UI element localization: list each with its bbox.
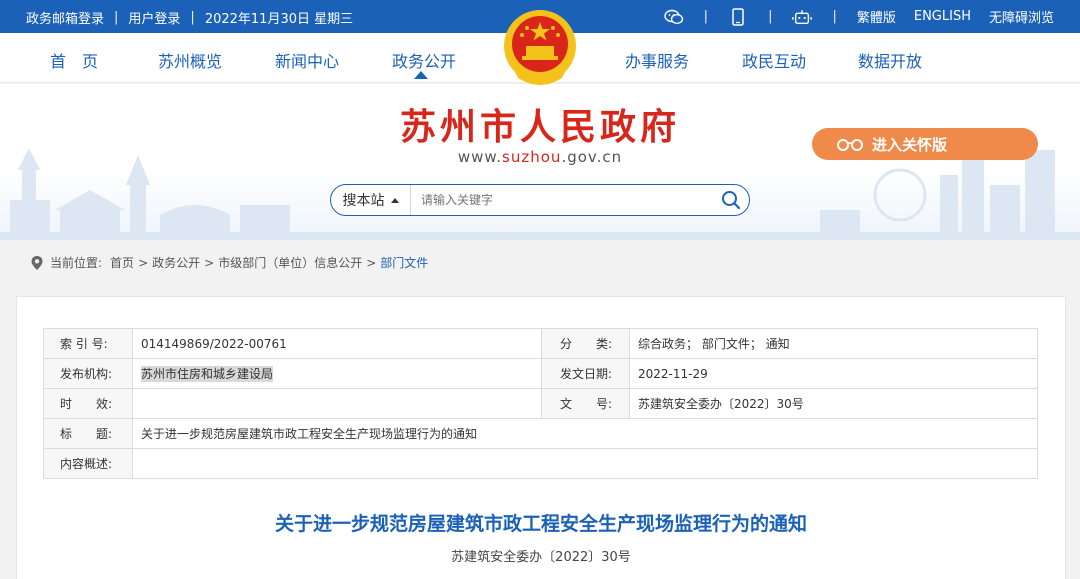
breadcrumb-gov-open[interactable]: 政务公开 <box>152 254 200 271</box>
search-scope-label: 搜本站 <box>342 193 385 209</box>
table-row: 索 引 号: 014149869/2022-00761 分 类: 综合政务； 部… <box>43 328 1038 359</box>
banner: 苏州市人民政府 www.suzhou.gov.cn 进入关怀版 搜本站 <box>0 84 1080 240</box>
nav-item-interaction[interactable]: 政民互动 <box>742 48 806 72</box>
validity-value <box>132 388 542 419</box>
separator: | <box>768 9 773 24</box>
breadcrumb-separator: > <box>204 255 215 270</box>
date-value: 2022-11-29 <box>629 358 1038 389</box>
search-scope-dropdown[interactable]: 搜本站 <box>331 185 411 215</box>
national-emblem-icon <box>504 10 576 85</box>
category-value: 综合政务； 部门文件； 通知 <box>629 328 1038 359</box>
traditional-chinese-link[interactable]: 繁體版 <box>857 7 896 26</box>
category-label: 分 类: <box>541 328 630 359</box>
care-mode-label: 进入关怀版 <box>872 135 948 154</box>
document-metadata-table: 索 引 号: 014149869/2022-00761 分 类: 综合政务； 部… <box>43 328 1038 479</box>
summary-label: 内容概述: <box>43 448 133 479</box>
separator: | <box>114 10 119 25</box>
glasses-icon <box>837 139 863 151</box>
document-title: 关于进一步规范房屋建筑市政工程安全生产现场监理行为的通知 <box>274 513 807 535</box>
active-nav-indicator <box>414 71 428 79</box>
separator: | <box>190 10 195 25</box>
issuer-cell: 苏州市住房和城乡建设局 <box>132 358 542 389</box>
summary-value <box>132 448 1038 479</box>
accessibility-link[interactable]: 无障碍浏览 <box>989 7 1054 26</box>
document-number: 苏建筑安全委办〔2022〕30号 <box>451 550 631 565</box>
date-label: 发文日期: <box>541 358 630 389</box>
search-icon[interactable] <box>713 185 749 215</box>
nav-item-gov-open[interactable]: 政务公开 <box>392 48 456 72</box>
separator: | <box>703 9 709 24</box>
wechat-icon[interactable] <box>663 8 684 26</box>
validity-label: 时 效: <box>43 388 133 419</box>
index-label: 索 引 号: <box>43 328 133 359</box>
nav-item-services[interactable]: 办事服务 <box>625 48 689 72</box>
search-input[interactable] <box>411 186 713 214</box>
table-row: 发布机构: 苏州市住房和城乡建设局 发文日期: 2022-11-29 <box>43 358 1038 389</box>
breadcrumb-bar: 当前位置: 首页 > 政务公开 > 市级部门（单位）信息公开 > 部门文件 <box>0 240 1080 284</box>
care-mode-button[interactable]: 进入关怀版 <box>812 128 1038 160</box>
index-value: 014149869/2022-00761 <box>132 328 542 359</box>
nav-item-news[interactable]: 新闻中心 <box>275 48 339 72</box>
title-value: 关于进一步规范房屋建筑市政工程安全生产现场监理行为的通知 <box>132 418 1038 449</box>
docno-value: 苏建筑安全委办〔2022〕30号 <box>629 388 1038 419</box>
breadcrumb-separator: > <box>138 255 149 270</box>
article-card: 索 引 号: 014149869/2022-00761 分 类: 综合政务； 部… <box>16 296 1066 579</box>
mobile-icon[interactable] <box>728 7 748 26</box>
breadcrumb-departments[interactable]: 市级部门（单位）信息公开 <box>218 254 362 271</box>
docno-label: 文 号: <box>541 388 630 419</box>
title-label: 标 题: <box>43 418 133 449</box>
issuer-value: 苏州市住房和城乡建设局 <box>141 366 274 382</box>
table-row: 标 题: 关于进一步规范房屋建筑市政工程安全生产现场监理行为的通知 <box>43 418 1038 449</box>
search-bar: 搜本站 <box>330 184 750 216</box>
separator: | <box>832 9 837 24</box>
english-link[interactable]: ENGLISH <box>914 9 971 24</box>
top-bar-left: 政务邮箱登录 | 用户登录 | 2022年11月30日 星期三 <box>26 8 353 27</box>
nav-item-home[interactable]: 首 页 <box>50 48 98 72</box>
caret-up-icon <box>390 197 399 203</box>
current-date: 2022年11月30日 星期三 <box>204 12 354 27</box>
location-pin-icon <box>31 255 43 270</box>
user-login-link[interactable]: 用户登录 <box>128 8 180 27</box>
nav-item-open-data[interactable]: 数据开放 <box>858 48 922 72</box>
robot-icon[interactable] <box>792 8 813 26</box>
breadcrumb-home[interactable]: 首页 <box>110 254 134 271</box>
mail-login-link[interactable]: 政务邮箱登录 <box>26 8 104 27</box>
issuer-label: 发布机构: <box>43 358 133 389</box>
breadcrumb: 当前位置: 首页 > 政务公开 > 市级部门（单位）信息公开 > 部门文件 <box>30 254 428 271</box>
table-row: 时 效: 文 号: 苏建筑安全委办〔2022〕30号 <box>43 388 1038 419</box>
breadcrumb-prefix: 当前位置: <box>50 256 103 270</box>
top-bar-right: | | | 繁體版 ENGLISH 无障碍浏览 <box>663 7 1054 26</box>
breadcrumb-current[interactable]: 部门文件 <box>380 254 428 271</box>
breadcrumb-separator: > <box>366 255 377 270</box>
nav-item-overview[interactable]: 苏州概览 <box>158 48 222 72</box>
table-row: 内容概述: <box>43 448 1038 479</box>
